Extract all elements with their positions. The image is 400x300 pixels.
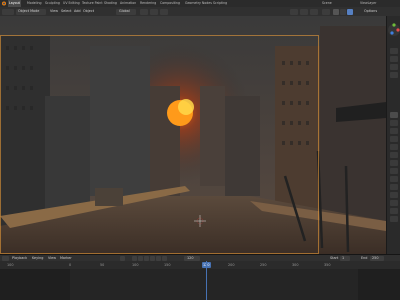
view-menu[interactable]: View <box>50 7 58 16</box>
ruler-tick: 100 <box>132 263 139 267</box>
view-layer-properties-icon[interactable] <box>390 136 398 142</box>
timeline-track-area[interactable] <box>0 261 400 300</box>
building-right-2 <box>320 26 386 226</box>
timeline-out-of-range-right <box>358 269 400 300</box>
navigation-gizmo-icon[interactable] <box>387 18 400 48</box>
output-properties-icon[interactable] <box>390 128 398 134</box>
pan-icon[interactable] <box>390 56 398 62</box>
add-menu[interactable]: Add <box>74 7 81 16</box>
ruler-tick: 250 <box>260 263 267 267</box>
workspace-tab-compositing[interactable]: Compositing <box>160 0 180 7</box>
building-far-4 <box>225 96 260 196</box>
building-left-1 <box>0 36 50 226</box>
ruler-tick: 200 <box>228 263 235 267</box>
pivot-button[interactable] <box>140 8 148 15</box>
scene-selector[interactable]: Scene <box>322 0 332 7</box>
orientation-label: Global <box>119 9 130 13</box>
timeline-ruler[interactable]: 100 0 50 100 150 200 250 300 350 120 <box>0 261 400 269</box>
workspace-tab-animation[interactable]: Animation <box>120 0 136 7</box>
ruler-tick: 100 <box>7 263 14 267</box>
rendered-scene <box>0 16 386 254</box>
navigation-sidebar <box>386 16 400 254</box>
overlay-button[interactable] <box>310 8 318 15</box>
ruler-tick: 350 <box>324 263 331 267</box>
building-far-3 <box>200 86 225 186</box>
particle-properties-icon[interactable] <box>390 176 398 182</box>
proportional-edit-button[interactable] <box>160 8 168 15</box>
workspace-tab-rendering[interactable]: Rendering <box>140 0 156 7</box>
ruler-tick: 300 <box>292 263 299 267</box>
timeline-out-of-range-left <box>0 269 70 300</box>
shading-solid-button[interactable] <box>333 8 339 15</box>
ruler-tick: 0 <box>69 263 72 267</box>
texture-properties-icon[interactable] <box>390 216 398 222</box>
workspace-tab-shading[interactable]: Shading <box>104 0 117 7</box>
visibility-button[interactable] <box>290 8 298 15</box>
mode-label: Object Mode <box>18 9 40 13</box>
workspace-tab-texture-paint[interactable]: Texture Paint <box>82 0 103 7</box>
ruler-tick: 150 <box>164 263 171 267</box>
physics-properties-icon[interactable] <box>390 184 398 190</box>
xray-button[interactable] <box>322 8 330 15</box>
material-properties-icon[interactable] <box>390 208 398 214</box>
workspace-tab-uv-editing[interactable]: UV Editing <box>63 0 80 7</box>
building-far-1 <box>90 46 150 196</box>
perspective-toggle-icon[interactable] <box>390 72 398 78</box>
workspace-tab-modeling[interactable]: Modeling <box>27 0 42 7</box>
dumpster <box>95 188 123 206</box>
playhead-line <box>206 261 207 300</box>
select-menu[interactable]: Select <box>61 7 71 16</box>
shading-material-button[interactable] <box>340 8 346 15</box>
shading-rendered-button[interactable] <box>347 8 353 15</box>
scene-properties-icon[interactable] <box>390 144 398 150</box>
tool-properties-icon[interactable] <box>390 112 398 118</box>
data-properties-icon[interactable] <box>390 200 398 206</box>
workspace-tab-layout[interactable]: Layout <box>8 0 21 7</box>
object-properties-icon[interactable] <box>390 160 398 166</box>
ruler-tick: 50 <box>100 263 105 267</box>
workspace-tab-scripting[interactable]: Scripting <box>213 0 227 7</box>
constraint-properties-icon[interactable] <box>390 192 398 198</box>
view-layer-selector[interactable]: ViewLayer <box>360 0 376 7</box>
snap-button[interactable] <box>150 8 158 15</box>
workspace-tab-geometry-nodes[interactable]: Geometry Nodes <box>185 0 212 7</box>
camera-view-icon[interactable] <box>390 64 398 70</box>
zoom-icon[interactable] <box>390 48 398 54</box>
world-properties-icon[interactable] <box>390 152 398 158</box>
options-menu[interactable]: Options <box>364 7 377 16</box>
building-right-1 <box>275 46 320 226</box>
render-properties-icon[interactable] <box>390 120 398 126</box>
editor-type-button[interactable] <box>2 8 14 15</box>
3d-viewport[interactable] <box>0 16 386 254</box>
gizmo-button[interactable] <box>300 8 308 15</box>
object-menu[interactable]: Object <box>83 7 94 16</box>
building-left-2 <box>45 96 90 216</box>
workspace-tab-sculpting[interactable]: Sculpting <box>45 0 60 7</box>
modifier-properties-icon[interactable] <box>390 168 398 174</box>
